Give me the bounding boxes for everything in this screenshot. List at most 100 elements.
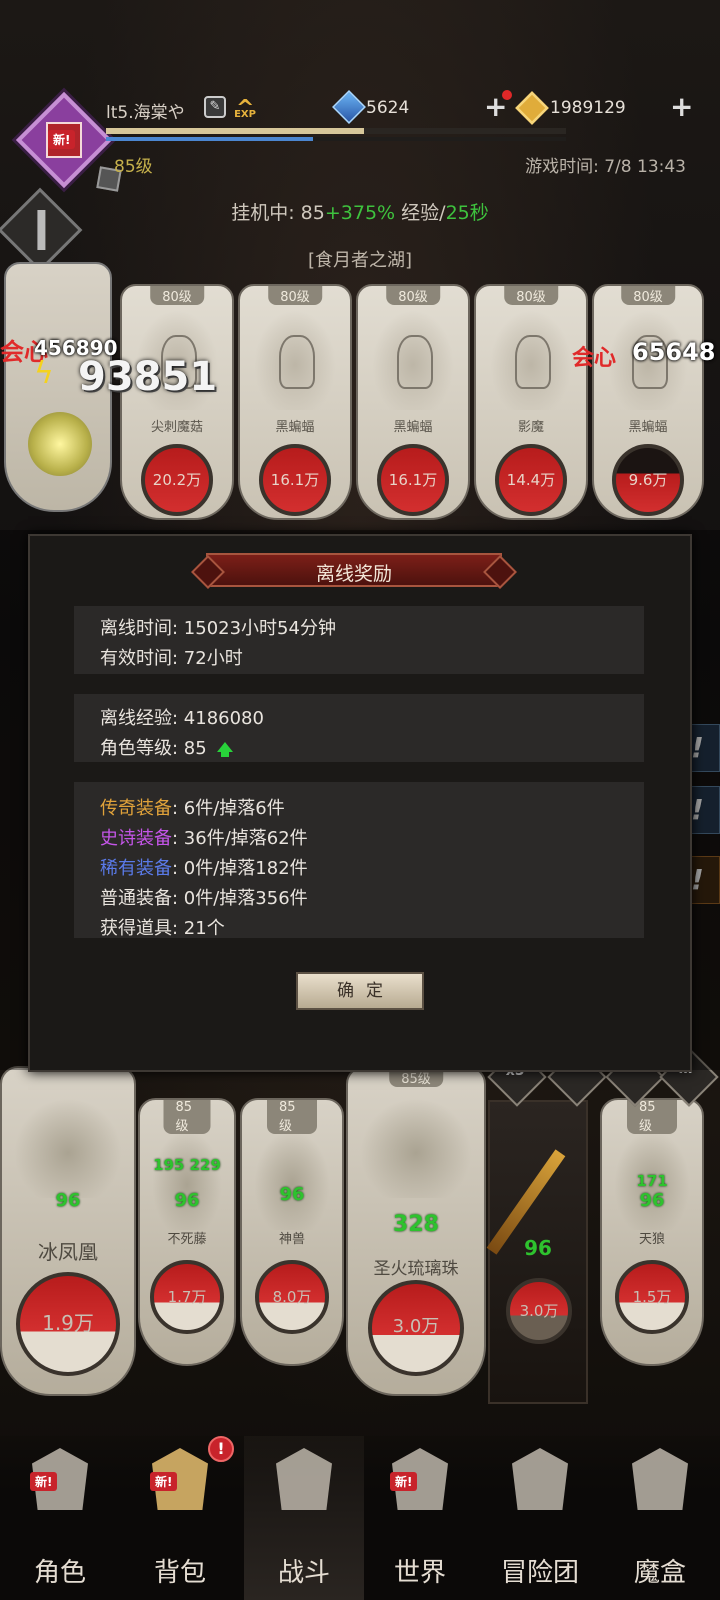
idle-bonus: +375%	[324, 202, 396, 224]
nav-tab-bag[interactable]: 新! ! 背包	[120, 1436, 240, 1600]
hero-power: 328	[393, 1212, 439, 1237]
castle-icon	[512, 1448, 568, 1510]
avatar-new-badge: 新!	[48, 130, 76, 149]
hero-power: 96	[639, 1190, 665, 1211]
hero-hp: 1.9万	[16, 1272, 120, 1376]
epic-label: 史诗装备	[100, 828, 172, 849]
hero-power: 96	[279, 1184, 305, 1205]
add-coins-button[interactable]: +	[670, 93, 693, 121]
cube-icon	[632, 1448, 688, 1510]
player-level: 85级	[114, 157, 153, 177]
edit-name-icon[interactable]: ✎	[204, 96, 226, 118]
alert-icon: !	[208, 1436, 234, 1462]
hero-level: 85级	[163, 1100, 211, 1134]
hero-card[interactable]: 85级 171 96 天狼 1.5万	[600, 1098, 704, 1366]
nav-label: 战斗	[277, 1558, 330, 1588]
epic-value: : 36件/掉落62件	[172, 828, 308, 849]
monster-level: 80级	[621, 286, 675, 305]
items-row: 获得道具: 21个	[100, 918, 225, 939]
exp-bar-fill	[106, 137, 313, 141]
hero-level: 85级	[267, 1100, 317, 1134]
crossed-swords-icon	[276, 1448, 332, 1510]
monster-card[interactable]: 80级 影魔 14.4万	[474, 284, 588, 520]
legendary-value: : 6件/掉落6件	[172, 798, 285, 819]
hero-name: 冰凤凰	[38, 1240, 98, 1264]
rare-label: 稀有装备	[100, 858, 172, 879]
dialog-title-bar: 离线奖励	[206, 553, 502, 587]
offline-time: 离线时间: 15023小时54分钟	[100, 618, 336, 639]
nav-tab-battle[interactable]: 战斗	[244, 1436, 364, 1600]
hero-power: 96	[55, 1190, 81, 1211]
monster-name: 黑蝙蝠	[628, 420, 668, 435]
rare-row: 稀有装备: 0件/掉落182件	[100, 854, 308, 880]
sword-icon	[37, 210, 46, 250]
dialog-title: 离线奖励	[315, 563, 392, 585]
monster-card[interactable]: 80级 尖刺魔菇 20.2万	[120, 284, 234, 520]
offline-exp: 离线经验: 4186080	[100, 708, 264, 729]
confirm-button[interactable]: 确定	[296, 972, 424, 1010]
hero-hp: 1.5万	[615, 1260, 689, 1334]
nav-new-badge: 新!	[150, 1472, 178, 1491]
player-name: lt5.海棠や	[106, 103, 185, 123]
hero-card[interactable]: 85级 328 圣火琉璃珠 3.0万	[346, 1066, 486, 1396]
hero-card[interactable]: 85级 96 神兽 8.0万	[240, 1098, 344, 1366]
exp-icon[interactable]: EXP	[232, 88, 258, 130]
rare-value: : 0件/掉落182件	[172, 858, 308, 879]
idle-status: 挂机中: 85+375% 经验/25秒	[0, 198, 720, 225]
monster-art	[372, 310, 454, 410]
idle-rate: 25秒	[445, 202, 489, 224]
damage-number-big: 93851	[78, 354, 218, 400]
monster-name: 黑蝙蝠	[275, 420, 315, 435]
nav-new-badge: 新!	[30, 1472, 58, 1491]
idle-prefix: 挂机中: 85	[231, 202, 325, 224]
monster-hp: 20.2万	[141, 444, 213, 516]
idle-mid: 经验/	[395, 202, 446, 224]
player-avatar[interactable]: 新!	[15, 91, 122, 192]
exp-panel: 离线经验: 4186080 角色等级: 85	[74, 694, 644, 762]
character-level: 角色等级: 85	[100, 738, 207, 759]
monster-card[interactable]: 80级 黑蝙蝠 16.1万	[238, 284, 352, 520]
nav-tab-magic-box[interactable]: 魔盒	[600, 1436, 720, 1600]
monster-level: 80级	[150, 286, 204, 305]
hero-hp: 3.0万	[368, 1280, 464, 1376]
nav-label: 角色	[33, 1558, 86, 1588]
monster-hp: 16.1万	[377, 444, 449, 516]
monster-level: 80级	[386, 286, 440, 305]
monster-name: 影魔	[517, 420, 544, 435]
hero-art	[360, 1098, 472, 1198]
monster-name: 黑蝙蝠	[393, 420, 433, 435]
hero-card[interactable]: 96 冰凤凰 1.9万	[0, 1066, 136, 1396]
nav-new-badge: 新!	[390, 1472, 418, 1491]
monster-art	[254, 310, 336, 410]
hero-hp: 8.0万	[255, 1260, 329, 1334]
exp-bar	[106, 137, 566, 141]
nav-label: 魔盒	[633, 1558, 686, 1588]
monster-hp: 9.6万	[612, 444, 684, 516]
crit-text-right: 会心	[572, 346, 617, 371]
hero-hp: 1.7万	[150, 1260, 224, 1334]
nav-tab-character[interactable]: 新! 角色	[0, 1436, 120, 1600]
hero-art	[254, 1130, 330, 1230]
hero-extra-power: 171	[636, 1172, 668, 1190]
monster-name: 尖刺魔菇	[150, 420, 203, 435]
hero-power: 96	[174, 1190, 200, 1211]
level-up-arrow-icon	[216, 742, 233, 757]
legendary-row: 传奇装备: 6件/掉落6件	[100, 794, 285, 820]
monster-card[interactable]: 80级 黑蝙蝠 9.6万	[592, 284, 704, 520]
monster-level: 80级	[504, 286, 558, 305]
time-panel: 离线时间: 15023小时54分钟 有效时间: 72小时	[74, 606, 644, 674]
coin-count: 1989129	[550, 98, 626, 118]
nav-label: 世界	[393, 1558, 446, 1588]
nav-tab-adventure-team[interactable]: 冒险团	[480, 1436, 600, 1600]
nav-tab-world[interactable]: 新! 世界	[360, 1436, 480, 1600]
hero-art	[14, 1098, 122, 1198]
skill-orb	[28, 412, 92, 476]
weapon-power: 96	[524, 1236, 552, 1260]
weapon-card[interactable]: 96 3.0万	[486, 1100, 588, 1404]
game-time: 游戏时间: 7/8 13:43	[525, 157, 686, 177]
nav-label: 背包	[153, 1558, 206, 1588]
monster-card[interactable]: 80级 黑蝙蝠 16.1万	[356, 284, 470, 520]
monster-hp: 16.1万	[259, 444, 331, 516]
monster-level: 80级	[268, 286, 322, 305]
hero-card[interactable]: 85级 195 229 96 不死藤 1.7万	[138, 1098, 236, 1366]
